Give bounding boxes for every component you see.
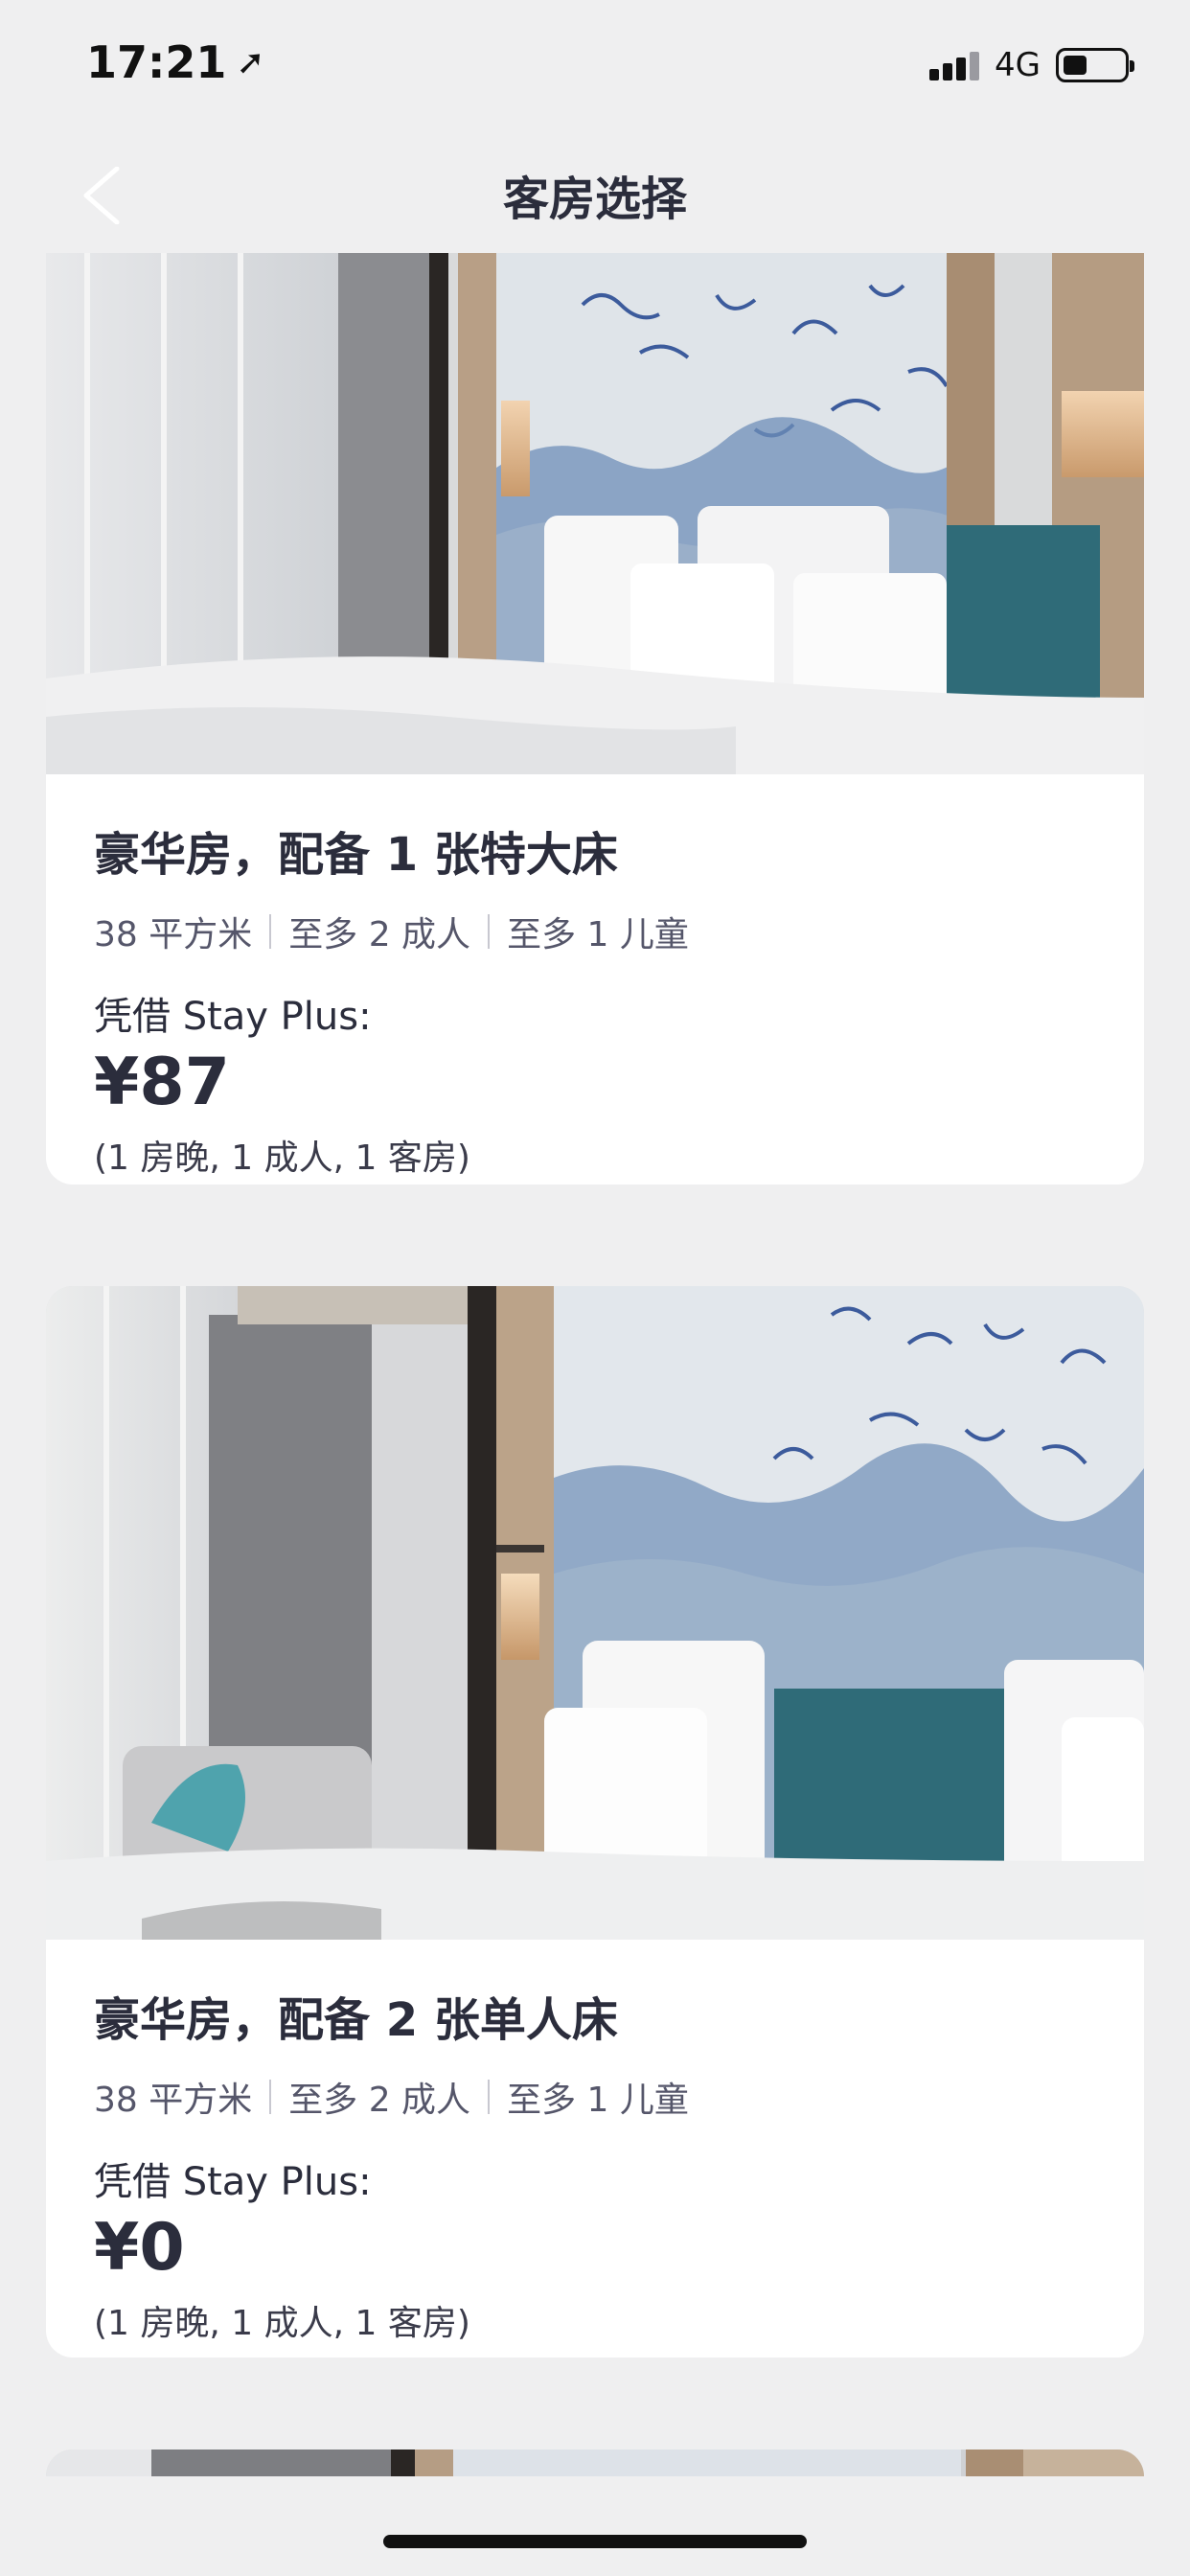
price-note: (1 房晚, 1 成人, 1 客房) (94, 1138, 470, 1178)
room-specs: 38 平方米 至多 2 成人 至多 1 儿童 (94, 907, 1096, 956)
clock-text: 17:21 (86, 36, 227, 88)
max-adults: 至多 2 成人 (288, 2081, 471, 2120)
page-title: 客房选择 (502, 172, 687, 226)
room-card[interactable] (46, 2450, 1144, 2476)
price-label: 凭借 Stay Plus: (94, 995, 372, 1039)
max-children: 至多 1 儿童 (507, 915, 689, 954)
location-arrow-icon: ➚ (236, 43, 265, 82)
divider (488, 2080, 491, 2114)
nav-bar: 客房选择 (0, 134, 1190, 249)
room-area: 38 平方米 (94, 2081, 253, 2120)
status-icons: 4G (929, 44, 1134, 86)
room-card[interactable]: 豪华房，配备 1 张特大床 38 平方米 至多 2 成人 至多 1 儿童 凭借 … (46, 253, 1144, 1184)
room-area: 38 平方米 (94, 915, 253, 954)
cellular-signal-icon (929, 50, 980, 80)
room-name: 豪华房，配备 1 张特大床 (94, 828, 618, 882)
battery-level (1064, 56, 1087, 75)
room-info: 豪华房，配备 2 张单人床 38 平方米 至多 2 成人 至多 1 儿童 凭借 … (46, 1940, 1144, 2358)
price-label: 凭借 Stay Plus: (94, 2160, 372, 2204)
status-time: 17:21 ➚ (86, 36, 265, 88)
divider (269, 2080, 272, 2114)
battery-icon (1056, 48, 1134, 82)
room-specs: 38 平方米 至多 2 成人 至多 1 儿童 (94, 2072, 1096, 2122)
network-type: 4G (995, 46, 1041, 84)
divider (269, 914, 272, 949)
room-photo (46, 2450, 1144, 2476)
max-adults: 至多 2 成人 (288, 915, 471, 954)
max-children: 至多 1 儿童 (507, 2081, 689, 2120)
home-indicator[interactable] (383, 2535, 807, 2548)
status-bar: 17:21 ➚ 4G (0, 0, 1190, 134)
room-card[interactable]: 豪华房，配备 2 张单人床 38 平方米 至多 2 成人 至多 1 儿童 凭借 … (46, 1286, 1144, 2358)
room-list[interactable]: 豪华房，配备 1 张特大床 38 平方米 至多 2 成人 至多 1 儿童 凭借 … (0, 253, 1190, 2476)
room-name: 豪华房，配备 2 张单人床 (94, 1993, 618, 2047)
price-note: (1 房晚, 1 成人, 1 客房) (94, 2304, 470, 2343)
room-photo (46, 253, 1144, 774)
room-info: 豪华房，配备 1 张特大床 38 平方米 至多 2 成人 至多 1 儿童 凭借 … (46, 774, 1144, 1184)
price: ¥0 (94, 2210, 185, 2286)
room-photo (46, 1286, 1144, 1940)
price: ¥87 (94, 1045, 230, 1120)
divider (488, 914, 491, 949)
